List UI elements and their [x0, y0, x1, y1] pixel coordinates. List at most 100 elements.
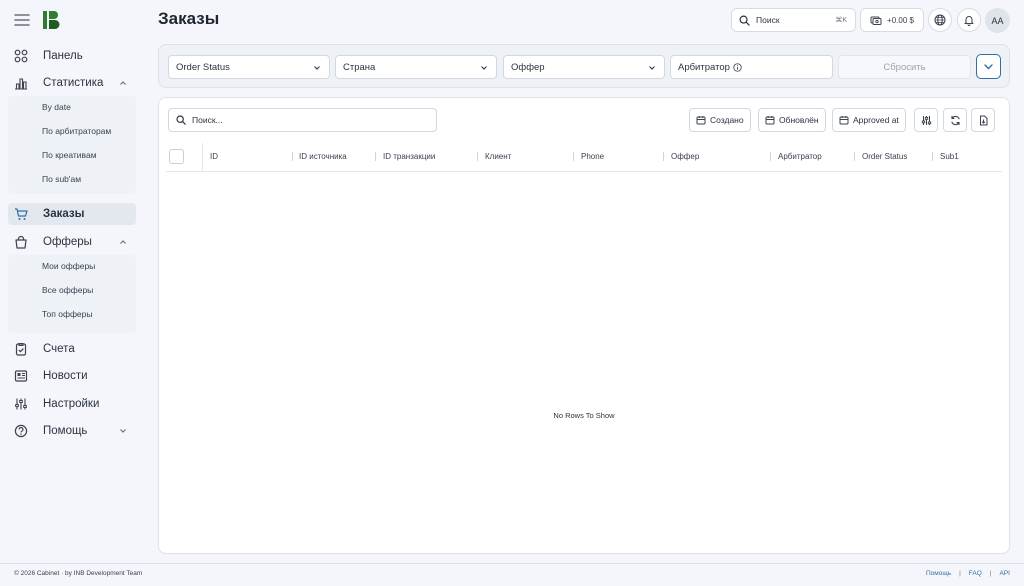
footer-separator: | [989, 570, 992, 577]
sidebar-item-statistics[interactable]: Статистика [8, 72, 136, 94]
language-button[interactable] [928, 8, 952, 32]
created-date-button[interactable]: Создано [689, 108, 751, 132]
chart-icon [14, 76, 28, 90]
sidebar-item-label: Статистика [43, 77, 104, 89]
sidebar-item-news[interactable]: Новости [8, 365, 136, 387]
column-settings-button[interactable] [914, 108, 938, 132]
chevron-down-icon [480, 64, 488, 72]
balance-button[interactable]: +0.00 $ [860, 8, 924, 32]
filter-bar: Order Status Страна Оффер Арбитратор Сбр… [158, 44, 1010, 88]
chevron-down-icon [983, 61, 994, 72]
expand-filters-button[interactable] [976, 54, 1001, 79]
page-title: Заказы [158, 9, 220, 28]
search-icon [176, 115, 186, 125]
sidebar-item-offers[interactable]: Офферы [8, 231, 136, 253]
updated-date-label: Обновлён [779, 115, 819, 125]
sliders-icon [14, 397, 28, 411]
global-search-button[interactable]: Поиск ⌘K [731, 8, 856, 32]
order-status-select[interactable]: Order Status [168, 55, 330, 79]
footer-separator: | [959, 570, 961, 577]
clipboard-check-icon [14, 342, 28, 356]
cart-icon [14, 207, 28, 221]
submenu-my-offers[interactable]: Мои офферы [42, 261, 95, 271]
bag-icon [14, 235, 28, 249]
column-sub1[interactable]: Sub1 [940, 152, 959, 161]
column-divider [663, 152, 664, 161]
wallet-icon [870, 14, 882, 26]
offer-select[interactable]: Оффер [503, 55, 665, 79]
search-icon [739, 15, 750, 26]
column-divider [770, 152, 771, 161]
column-divider [375, 152, 376, 161]
footer-copyright: © 2026 Cabinet · by INB Development Team [14, 570, 143, 577]
calendar-icon [696, 115, 706, 125]
column-transaction-id[interactable]: ID транзакции [383, 152, 435, 161]
sidebar-item-label: Помощь [43, 425, 88, 437]
column-client[interactable]: Клиент [485, 152, 511, 161]
updated-date-button[interactable]: Обновлён [758, 108, 826, 132]
sidebar-item-settings[interactable]: Настройки [8, 393, 136, 415]
chevron-up-icon [119, 79, 127, 87]
avatar[interactable]: AA [985, 8, 1010, 33]
sidebar-item-label: Настройки [43, 398, 100, 410]
country-select-label: Страна [343, 61, 376, 73]
calendar-icon [765, 115, 775, 125]
column-phone[interactable]: Phone [581, 152, 604, 161]
menu-toggle-icon[interactable] [13, 12, 31, 28]
chevron-down-icon [648, 64, 656, 72]
chevron-down-icon [119, 427, 127, 435]
sidebar-item-orders[interactable]: Заказы [8, 203, 136, 225]
newspaper-icon [14, 369, 28, 383]
help-circle-icon [14, 424, 28, 438]
footer-link-help[interactable]: Помощь [926, 570, 951, 577]
sidebar-item-label: Офферы [43, 236, 92, 248]
balance-value: +0.00 $ [887, 15, 914, 25]
column-id[interactable]: ID [210, 152, 218, 161]
brand-logo[interactable] [42, 10, 60, 30]
refresh-button[interactable] [943, 108, 967, 132]
table-header: ID ID источника ID транзакции Клиент Pho… [166, 143, 1002, 172]
chevron-down-icon [313, 64, 321, 72]
created-date-label: Создано [710, 115, 744, 125]
export-button[interactable] [971, 108, 995, 132]
submenu-by-date[interactable]: By date [42, 102, 71, 112]
column-divider [292, 152, 293, 161]
table-search[interactable] [168, 108, 437, 132]
refresh-icon [950, 115, 961, 126]
calendar-icon [839, 115, 849, 125]
column-source-id[interactable]: ID источника [299, 152, 347, 161]
submenu-by-subs[interactable]: По sub'ам [42, 174, 81, 184]
notifications-button[interactable] [957, 8, 981, 32]
arbitrator-select-label: Арбитратор [678, 61, 730, 73]
search-shortcut: ⌘K [835, 17, 847, 24]
submenu-top-offers[interactable]: Топ офферы [42, 309, 93, 319]
file-download-icon [978, 115, 989, 126]
country-select[interactable]: Страна [335, 55, 497, 79]
table-search-input[interactable] [192, 115, 422, 125]
column-divider [202, 143, 203, 172]
arbitrator-select[interactable]: Арбитратор [670, 55, 833, 79]
submenu-all-offers[interactable]: Все офферы [42, 285, 93, 295]
submenu-by-creatives[interactable]: По креативам [42, 150, 97, 160]
sliders-icon [921, 115, 932, 126]
column-divider [854, 152, 855, 161]
column-order-status[interactable]: Order Status [862, 152, 907, 161]
sidebar-item-dashboard[interactable]: Панель [8, 45, 136, 67]
offer-select-label: Оффер [511, 61, 545, 73]
column-offer[interactable]: Оффер [671, 152, 699, 161]
footer-link-faq[interactable]: FAQ [969, 570, 982, 577]
footer-link-api[interactable]: API [1000, 570, 1010, 577]
chevron-up-icon [119, 238, 127, 246]
column-divider [573, 152, 574, 161]
column-arbitrator[interactable]: Арбитратор [778, 152, 822, 161]
reset-filters-button[interactable]: Сбросить [838, 55, 971, 79]
global-search-label: Поиск [756, 15, 780, 25]
sidebar-item-invoices[interactable]: Счета [8, 338, 136, 360]
select-all-checkbox[interactable] [169, 149, 184, 164]
globe-icon [934, 14, 946, 26]
submenu-by-arbitrators[interactable]: По арбитраторам [42, 126, 111, 136]
approved-at-button[interactable]: Approved at [832, 108, 906, 132]
sidebar-item-help[interactable]: Помощь [8, 420, 136, 442]
footer-divider [0, 563, 1024, 564]
sidebar-item-label: Панель [43, 50, 83, 62]
